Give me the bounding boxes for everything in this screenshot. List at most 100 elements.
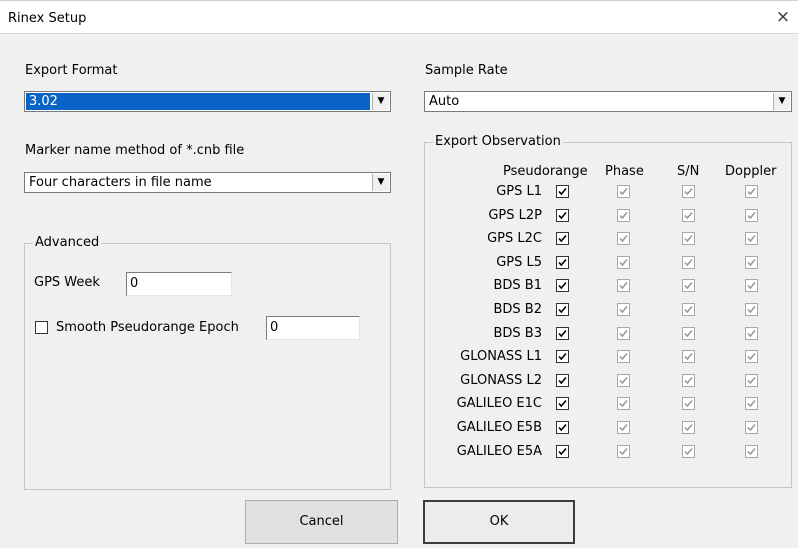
check-icon <box>747 447 756 456</box>
checkbox-sn <box>682 327 695 340</box>
checkbox-pseudorange[interactable] <box>556 303 569 316</box>
export-format-value: 3.02 <box>26 93 370 110</box>
sample-rate-value: Auto <box>429 94 460 109</box>
title-bar: Rinex Setup × <box>0 0 798 34</box>
check-icon <box>619 423 628 432</box>
checkbox-doppler <box>745 279 758 292</box>
cancel-button[interactable]: Cancel <box>245 500 398 544</box>
checkbox-pseudorange[interactable] <box>556 279 569 292</box>
check-icon <box>684 211 693 220</box>
checkbox-sn <box>682 397 695 410</box>
check-icon <box>684 399 693 408</box>
check-icon <box>558 399 567 408</box>
check-icon <box>747 234 756 243</box>
checkbox-phase <box>617 445 630 458</box>
checkbox-pseudorange[interactable] <box>556 421 569 434</box>
observation-row-label: GPS L2C <box>487 231 542 246</box>
checkbox-phase <box>617 256 630 269</box>
checkbox-pseudorange[interactable] <box>556 350 569 363</box>
checkbox-phase <box>617 397 630 410</box>
check-icon <box>684 376 693 385</box>
checkbox-doppler <box>745 185 758 198</box>
marker-name-select[interactable]: Four characters in file name ▼ <box>24 172 391 193</box>
checkbox-doppler <box>745 397 758 410</box>
checkbox-phase <box>617 279 630 292</box>
checkbox-doppler <box>745 327 758 340</box>
checkbox-phase <box>617 185 630 198</box>
check-icon <box>684 281 693 290</box>
check-icon <box>558 211 567 220</box>
check-icon <box>558 187 567 196</box>
checkbox-sn <box>682 445 695 458</box>
checkbox-sn <box>682 232 695 245</box>
check-icon <box>558 258 567 267</box>
col-header-doppler: Doppler <box>725 164 777 179</box>
export-format-select[interactable]: 3.02 ▼ <box>24 91 391 112</box>
check-icon <box>619 305 628 314</box>
check-icon <box>747 399 756 408</box>
check-icon <box>684 352 693 361</box>
check-icon <box>747 258 756 267</box>
checkbox-phase <box>617 374 630 387</box>
checkbox-phase <box>617 350 630 363</box>
check-icon <box>747 211 756 220</box>
checkbox-pseudorange[interactable] <box>556 256 569 269</box>
checkbox-pseudorange[interactable] <box>556 397 569 410</box>
close-icon: × <box>775 7 791 27</box>
checkbox-pseudorange[interactable] <box>556 209 569 222</box>
ok-button[interactable]: OK <box>423 500 575 544</box>
gps-week-input[interactable]: 0 <box>126 272 232 296</box>
checkbox-pseudorange[interactable] <box>556 445 569 458</box>
observation-row-label: GALILEO E1C <box>456 396 542 411</box>
observation-row-label: BDS B2 <box>493 302 542 317</box>
check-icon <box>747 376 756 385</box>
check-icon <box>619 211 628 220</box>
check-icon <box>619 399 628 408</box>
check-icon <box>619 329 628 338</box>
checkbox-sn <box>682 421 695 434</box>
chevron-down-icon[interactable]: ▼ <box>372 93 389 110</box>
chevron-down-icon[interactable]: ▼ <box>773 93 790 110</box>
checkbox-doppler <box>745 445 758 458</box>
observation-row-label: GPS L2P <box>488 208 542 223</box>
observation-row-label: GALILEO E5B <box>456 420 542 435</box>
checkbox-phase <box>617 421 630 434</box>
checkbox-pseudorange[interactable] <box>556 327 569 340</box>
checkbox-pseudorange[interactable] <box>556 374 569 387</box>
sample-rate-label: Sample Rate <box>425 63 508 78</box>
checkbox-pseudorange[interactable] <box>556 232 569 245</box>
observation-row-label: GPS L1 <box>496 184 542 199</box>
checkbox-doppler <box>745 421 758 434</box>
smooth-pseudorange-label: Smooth Pseudorange Epoch <box>56 320 239 335</box>
check-icon <box>684 187 693 196</box>
gps-week-label: GPS Week <box>34 275 100 290</box>
observation-row-label: BDS B1 <box>493 278 542 293</box>
check-icon <box>619 281 628 290</box>
check-icon <box>558 423 567 432</box>
checkbox-phase <box>617 327 630 340</box>
check-icon <box>747 329 756 338</box>
smooth-pseudorange-checkbox[interactable] <box>35 321 48 334</box>
observation-row-label: BDS B3 <box>493 326 542 341</box>
check-icon <box>619 187 628 196</box>
check-icon <box>747 352 756 361</box>
checkbox-phase <box>617 209 630 222</box>
checkbox-sn <box>682 350 695 363</box>
checkbox-doppler <box>745 350 758 363</box>
check-icon <box>747 423 756 432</box>
check-icon <box>558 376 567 385</box>
check-icon <box>619 447 628 456</box>
sample-rate-select[interactable]: Auto ▼ <box>424 91 792 112</box>
check-icon <box>558 305 567 314</box>
close-button[interactable]: × <box>768 1 798 34</box>
checkbox-pseudorange[interactable] <box>556 185 569 198</box>
checkbox-sn <box>682 374 695 387</box>
checkbox-sn <box>682 209 695 222</box>
smooth-pseudorange-input[interactable]: 0 <box>266 316 360 340</box>
checkbox-sn <box>682 185 695 198</box>
checkbox-sn <box>682 279 695 292</box>
checkbox-sn <box>682 256 695 269</box>
check-icon <box>684 258 693 267</box>
observation-row-label: GPS L5 <box>496 255 542 270</box>
check-icon <box>558 352 567 361</box>
